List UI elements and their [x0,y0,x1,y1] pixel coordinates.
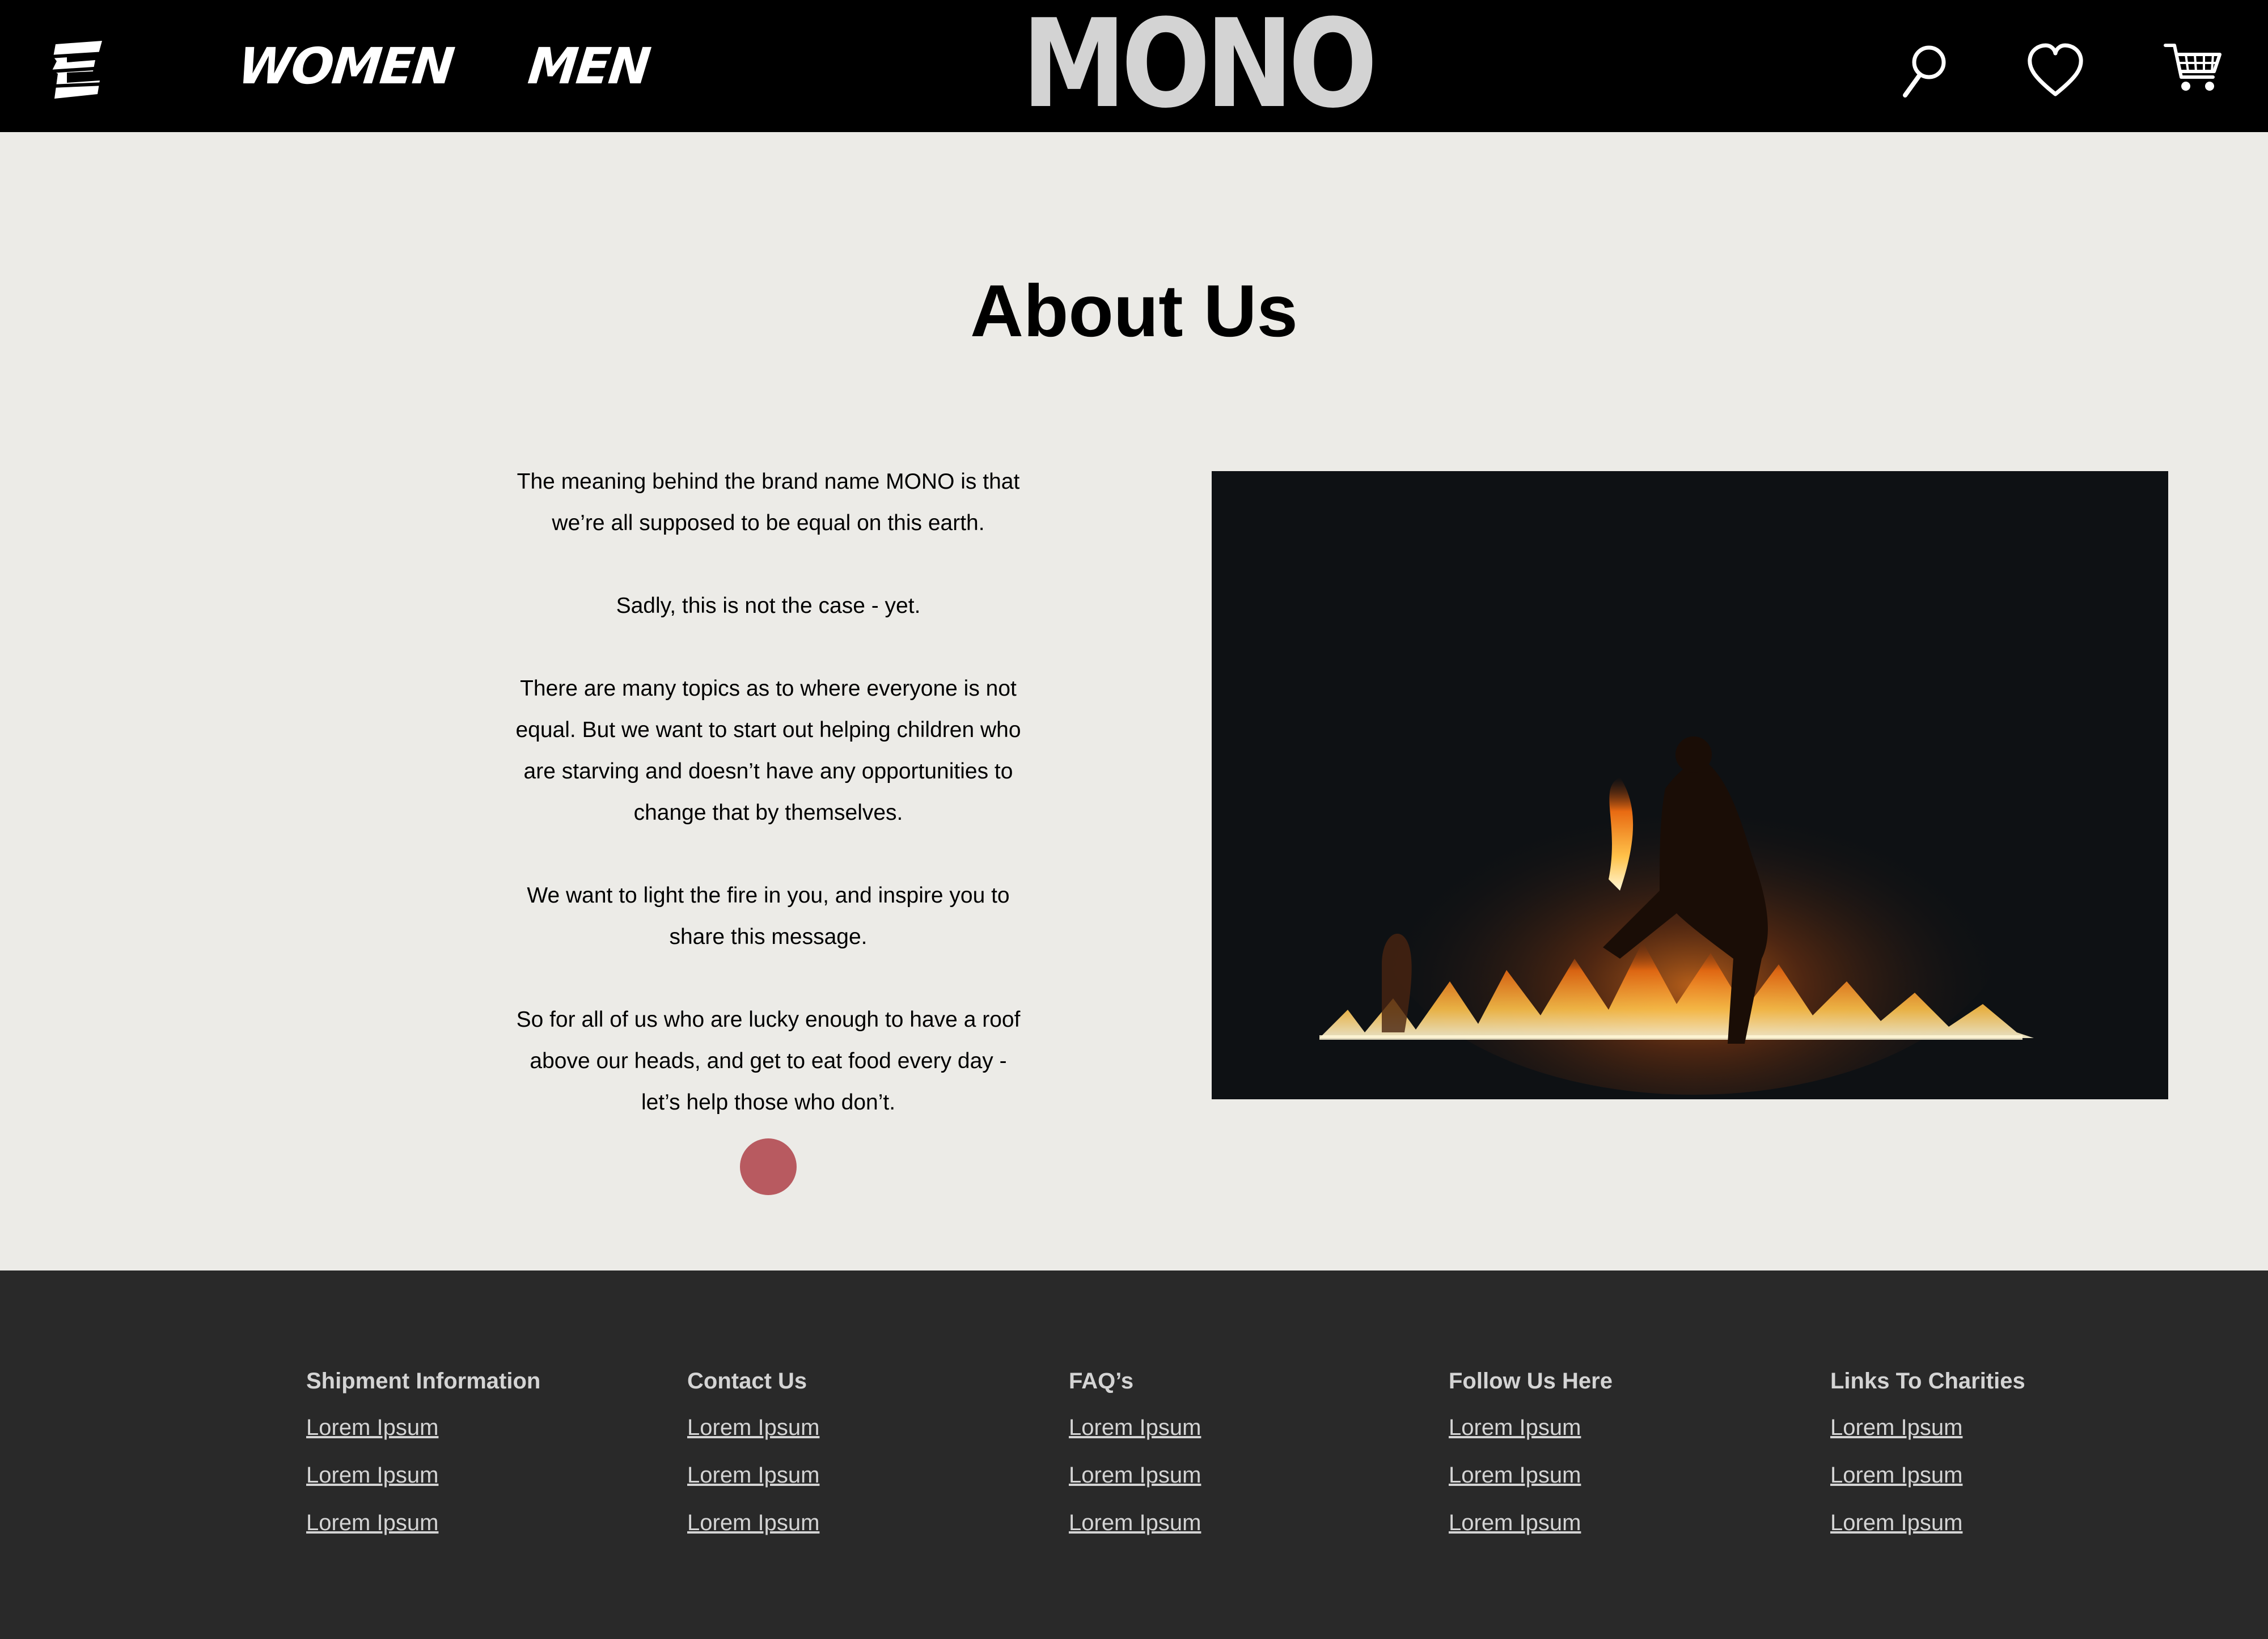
about-paragraph: We want to light the fire in you, and in… [527,883,1010,949]
footer-link[interactable]: Lorem Ipsum [306,1509,624,1537]
footer-heading: Follow Us Here [1449,1369,1613,1394]
search-icon[interactable] [1894,40,1956,102]
footer-heading: Links To Charities [1830,1369,2025,1394]
site-footer: Shipment Information Lorem Ipsum Lorem I… [0,1270,2268,1639]
footer-column-charities: Links To Charities Lorem Ipsum Lorem Ips… [1830,1367,2148,1537]
footer-heading: FAQ’s [1069,1369,1134,1394]
footer-column-shipment: Shipment Information Lorem Ipsum Lorem I… [306,1367,624,1537]
footer-link[interactable]: Lorem Ipsum [1449,1461,1766,1489]
footer-link[interactable]: Lorem Ipsum [1830,1413,2148,1442]
heart-icon[interactable] [2024,40,2087,102]
footer-link[interactable]: Lorem Ipsum [1830,1509,2148,1537]
about-text: The meaning behind the brand name MONO i… [507,461,1029,1123]
about-paragraph: The meaning behind the brand name MONO i… [517,469,1020,535]
footer-heading: Contact Us [687,1369,807,1394]
footer-column-follow: Follow Us Here Lorem Ipsum Lorem Ipsum L… [1449,1367,1766,1537]
menu-icon[interactable] [49,40,107,102]
action-dot-button[interactable] [740,1138,797,1195]
footer-link[interactable]: Lorem Ipsum [1449,1413,1766,1442]
page-title: About Us [970,269,1298,352]
about-paragraph: There are many topics as to where everyo… [515,676,1021,825]
footer-link[interactable]: Lorem Ipsum [1449,1509,1766,1537]
footer-link[interactable]: Lorem Ipsum [306,1413,624,1442]
footer-link[interactable]: Lorem Ipsum [687,1509,1005,1537]
cart-icon[interactable] [2163,40,2225,102]
footer-heading: Shipment Information [306,1369,541,1394]
about-section: About Us The meaning behind the brand na… [0,132,2268,1270]
footer-link[interactable]: Lorem Ipsum [306,1461,624,1489]
footer-column-faq: FAQ’s Lorem Ipsum Lorem Ipsum Lorem Ipsu… [1069,1367,1386,1537]
footer-link[interactable]: Lorem Ipsum [1069,1509,1386,1537]
fire-dancer-image [1212,471,2168,1099]
footer-link[interactable]: Lorem Ipsum [1830,1461,2148,1489]
brand-logo[interactable]: MONO [1022,0,1377,128]
nav-men-link[interactable]: MEN [525,35,652,98]
about-paragraph: So for all of us who are lucky enough to… [516,1007,1021,1115]
footer-link[interactable]: Lorem Ipsum [1069,1413,1386,1442]
footer-link[interactable]: Lorem Ipsum [687,1461,1005,1489]
footer-column-contact: Contact Us Lorem Ipsum Lorem Ipsum Lorem… [687,1367,1005,1537]
site-header: WOMEN MEN MONO [0,0,2268,132]
about-paragraph: Sadly, this is not the case - yet. [616,594,921,618]
nav-women-link[interactable]: WOMEN [235,35,456,98]
footer-link[interactable]: Lorem Ipsum [1069,1461,1386,1489]
footer-link[interactable]: Lorem Ipsum [687,1413,1005,1442]
